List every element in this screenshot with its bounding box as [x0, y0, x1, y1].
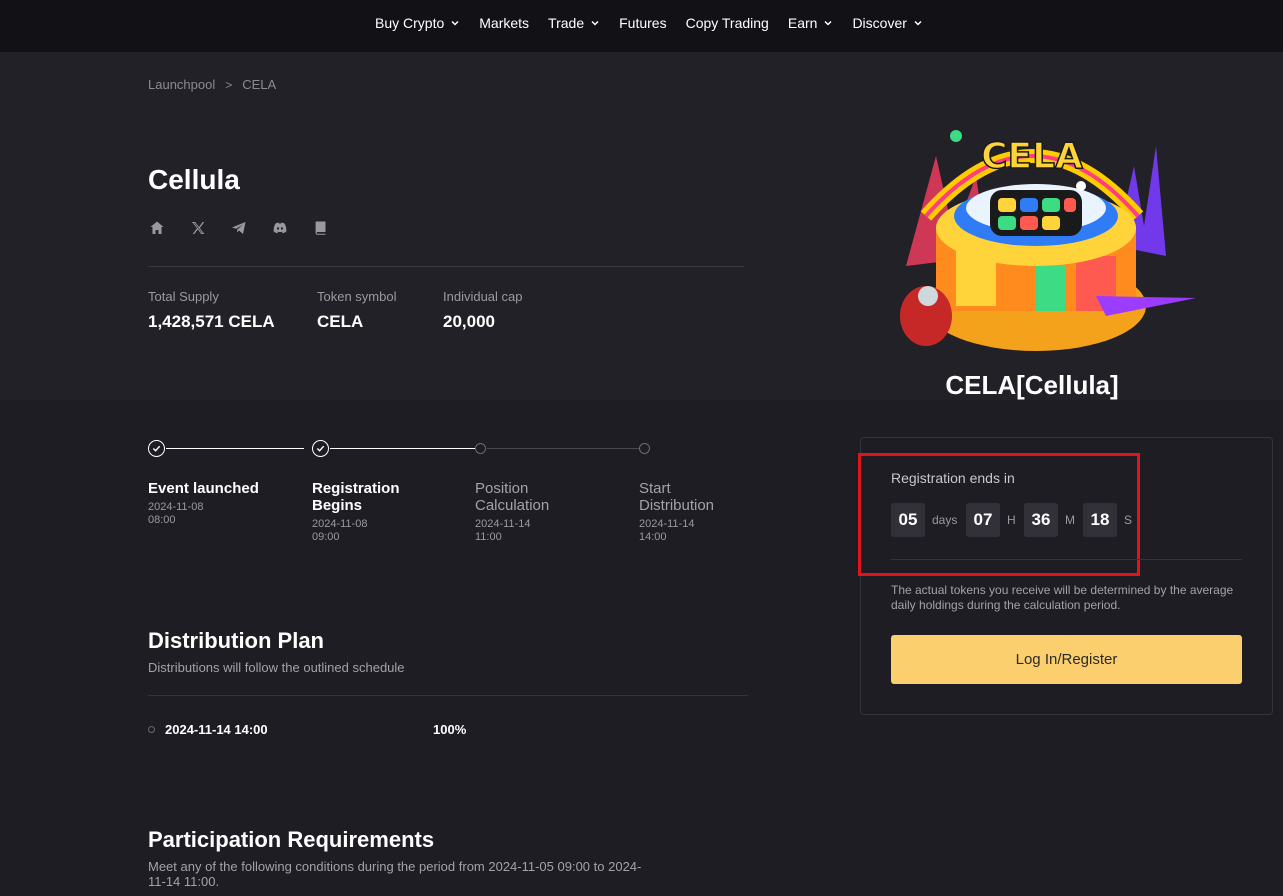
step-date: 2024-11-14 11:00	[475, 518, 531, 543]
stat-value: 1,428,571 CELA	[148, 312, 275, 331]
nav-trade[interactable]: Trade	[548, 14, 600, 32]
distribution-divider	[148, 695, 748, 696]
chevron-down-icon	[824, 20, 832, 26]
project-artwork: CELA	[900, 130, 1196, 351]
x-icon	[192, 222, 205, 234]
participation-subtitle: Meet any of the following conditions dur…	[148, 859, 642, 889]
timeline-connector	[166, 448, 304, 449]
timeline-step: Position Calculation 2024-11-14 11:00	[475, 480, 575, 544]
timeline-step: Start Distribution 2024-11-14 14:00	[639, 480, 739, 544]
telegram-link[interactable]	[230, 219, 248, 237]
social-links	[148, 219, 353, 237]
step-title: Start Distribution	[639, 480, 715, 514]
nav-label: Trade	[548, 15, 585, 31]
nav-label: Copy Trading	[685, 15, 769, 31]
stat-token-symbol: Token symbol CELA	[317, 289, 396, 332]
stat-label: Token symbol	[317, 289, 397, 304]
nav-copy-trading[interactable]: Copy Trading	[686, 14, 769, 32]
stat-individual-cap: Individual cap 20,000	[443, 289, 523, 332]
art-logo-text: CELA	[981, 136, 1083, 177]
nav-label: Earn	[787, 15, 818, 31]
step-date: 2024-11-08 09:00	[312, 518, 368, 543]
nav-label: Discover	[852, 15, 907, 31]
timeline-connector	[330, 448, 475, 449]
login-register-button[interactable]: Log In/Register	[891, 635, 1242, 684]
step-date: 2024-11-14 14:00	[639, 518, 695, 543]
nav-menu: Buy Crypto Markets Trade Futures Copy Tr…	[375, 14, 942, 32]
timeline-step-done	[312, 440, 329, 457]
chevron-down-icon	[914, 20, 922, 26]
stat-value: 20,000	[443, 312, 495, 331]
stat-label: Total Supply	[148, 289, 219, 304]
stat-value: CELA	[317, 312, 364, 331]
breadcrumb: Launchpool > CELA	[148, 77, 276, 92]
chevron-down-icon	[451, 20, 459, 26]
timeline-connector	[487, 448, 639, 449]
timeline-step: Registration Begins 2024-11-08 09:00	[312, 480, 412, 544]
nav-discover[interactable]: Discover	[852, 14, 922, 32]
step-date: 2024-11-08 08:00	[148, 501, 204, 526]
distribution-date: 2024-11-14 14:00	[165, 722, 268, 737]
telegram-icon	[232, 222, 246, 234]
stat-total-supply: Total Supply 1,428,571 CELA	[148, 289, 275, 332]
nav-buy-crypto[interactable]: Buy Crypto	[375, 14, 460, 32]
docs-icon	[315, 221, 326, 235]
stat-label: Individual cap	[443, 289, 523, 304]
timeline-step-pending	[475, 443, 486, 454]
nav-futures[interactable]: Futures	[619, 14, 666, 32]
timeline-step: Event launched 2024-11-08 08:00	[148, 480, 288, 527]
nav-earn[interactable]: Earn	[788, 14, 834, 32]
countdown-highlight-box	[858, 453, 1140, 576]
docs-link[interactable]	[312, 219, 330, 237]
step-title: Position Calculation	[475, 480, 550, 514]
distribution-percent: 100%	[433, 722, 467, 737]
nav-label: Buy Crypto	[375, 15, 445, 31]
x-link[interactable]	[189, 219, 207, 237]
panel-divider	[891, 559, 1242, 560]
distribution-row: 2024-11-14 14:00 100%	[148, 722, 466, 737]
home-link[interactable]	[148, 219, 166, 237]
breadcrumb-current: CELA	[242, 77, 277, 92]
hero-divider	[148, 266, 744, 267]
nav-markets[interactable]: Markets	[479, 14, 529, 32]
nav-label: Markets	[479, 15, 530, 31]
project-title: Cellula	[148, 164, 240, 195]
distribution-title: Distribution Plan	[148, 628, 324, 653]
check-icon	[316, 445, 325, 452]
step-title: Event launched	[148, 480, 259, 497]
timeline-step-done	[148, 440, 165, 457]
project-art-title: CELA[Cellula]	[945, 370, 1119, 400]
top-nav: Buy Crypto Markets Trade Futures Copy Tr…	[0, 0, 1283, 52]
breadcrumb-launchpool-link[interactable]: Launchpool	[148, 77, 215, 92]
breadcrumb-separator: >	[225, 77, 233, 92]
step-title: Registration Begins	[312, 480, 400, 514]
discord-icon	[273, 222, 287, 234]
timeline-step-pending	[639, 443, 650, 454]
discord-link[interactable]	[271, 219, 289, 237]
nav-label: Futures	[619, 15, 667, 31]
check-icon	[152, 445, 161, 452]
distribution-dot	[148, 726, 155, 733]
home-icon	[150, 221, 164, 234]
distribution-subtitle: Distributions will follow the outlined s…	[148, 660, 405, 675]
participation-title: Participation Requirements	[148, 827, 435, 852]
chevron-down-icon	[591, 20, 599, 26]
registration-note: The actual tokens you receive will be de…	[891, 583, 1234, 612]
